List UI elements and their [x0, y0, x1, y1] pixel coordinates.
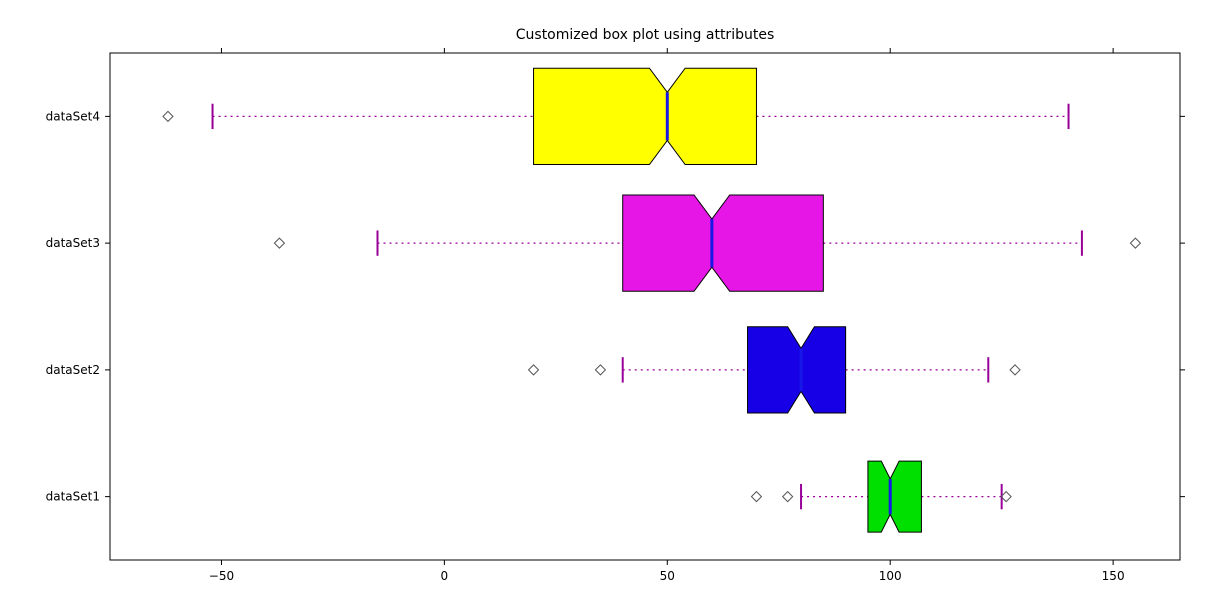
y-tick-label: dataSet4 [46, 109, 100, 123]
x-tick-label: 100 [879, 569, 902, 583]
plot-content [163, 68, 1140, 532]
outlier-marker [751, 492, 761, 502]
y-tick-label: dataSet2 [46, 363, 100, 377]
y-axis-ticks: dataSet1 dataSet2 dataSet3 dataSet4 [46, 109, 1185, 503]
outlier-marker [163, 111, 173, 121]
boxplot-chart: Customized box plot using attributes −50… [0, 0, 1210, 609]
y-tick-label: dataSet1 [46, 490, 100, 504]
outlier-marker [595, 365, 605, 375]
y-tick-label: dataSet3 [46, 236, 100, 250]
box-body [748, 327, 846, 413]
outlier-marker [274, 238, 284, 248]
x-tick-label: 50 [660, 569, 675, 583]
box-dataSet3 [274, 195, 1140, 291]
box-dataSet1 [751, 461, 1011, 532]
outlier-marker [1130, 238, 1140, 248]
box-dataSet2 [529, 327, 1021, 413]
outlier-marker [1010, 365, 1020, 375]
x-tick-label: −50 [209, 569, 234, 583]
x-tick-label: 150 [1102, 569, 1125, 583]
box-body [623, 195, 824, 291]
box-dataSet4 [163, 68, 1069, 164]
box-body [868, 461, 922, 532]
outlier-marker [529, 365, 539, 375]
box-body [534, 68, 757, 164]
outlier-marker [783, 492, 793, 502]
chart-title: Customized box plot using attributes [516, 27, 775, 43]
x-tick-label: 0 [441, 569, 449, 583]
